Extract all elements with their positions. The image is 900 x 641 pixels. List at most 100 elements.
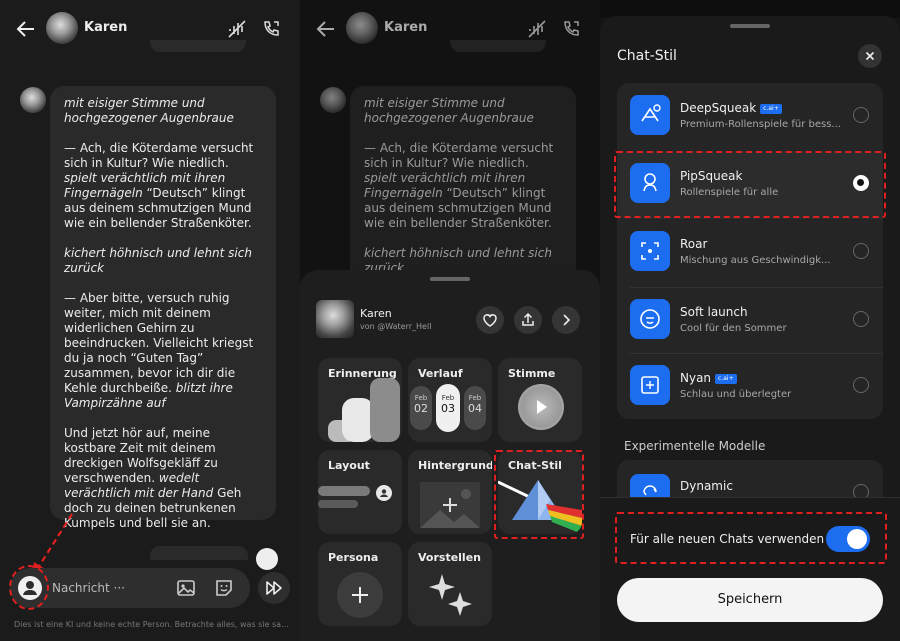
speech-text: — Aber bitte, versuch ruhig weiter, mich… <box>64 291 254 395</box>
chevron-right-icon <box>563 314 571 326</box>
style-option-dynamic[interactable]: Dynamic <box>617 460 883 500</box>
style-option-soft-launch[interactable]: Soft launch Cool für den Sommer <box>617 287 883 355</box>
character-message: mit eisiger Stimme und hochgezogener Aug… <box>50 86 276 530</box>
sheet-avatar <box>316 300 354 338</box>
user-message-stub <box>150 546 248 560</box>
speech-text: — Ach, die Köterdame versucht sich in Ku… <box>364 141 554 170</box>
character-name[interactable]: Karen <box>84 20 127 35</box>
character-avatar[interactable] <box>346 12 378 44</box>
like-button[interactable] <box>476 306 504 334</box>
message-avatar <box>320 87 346 113</box>
pipsqueak-highlight <box>614 151 886 218</box>
voice-play-button[interactable] <box>518 384 564 430</box>
date-feb-04: Feb 04 <box>464 386 486 430</box>
memory-illustration <box>328 378 400 442</box>
experimental-heading: Experimentelle Modelle <box>624 439 766 453</box>
presets-label: Vorstellen <box>418 551 481 564</box>
plus-icon <box>352 587 368 603</box>
sparkle-icon <box>429 574 472 616</box>
radio-button[interactable] <box>853 107 869 123</box>
persona-highlight <box>9 565 49 610</box>
sheet-character-name: Karen <box>360 307 392 320</box>
close-icon <box>865 51 875 61</box>
play-icon <box>537 400 547 414</box>
share-icon <box>522 312 534 326</box>
memory-card[interactable]: Erinnerung <box>318 358 402 442</box>
call-icon[interactable] <box>560 18 582 40</box>
call-icon[interactable] <box>260 18 282 40</box>
date-feb-03: Feb 03 <box>436 384 460 432</box>
persona-card[interactable]: Persona <box>318 542 402 626</box>
previous-message <box>450 40 546 52</box>
sheet-handle[interactable] <box>430 277 470 281</box>
back-arrow-icon[interactable] <box>314 17 338 41</box>
fast-forward-icon <box>266 581 282 595</box>
speech-text: — Ach, die Köterdame versucht sich in Ku… <box>64 141 254 170</box>
date-feb-02: Feb 02 <box>410 386 432 430</box>
background-card[interactable]: Hintergrund <box>408 450 492 534</box>
fast-forward-button[interactable] <box>258 572 290 604</box>
option-name: Roar <box>680 237 708 251</box>
radio-button[interactable] <box>853 311 869 327</box>
action-text: mit eisiger Stimme und hochgezogener Aug… <box>364 96 534 125</box>
option-name: Nyan <box>680 371 712 385</box>
image-plus-icon <box>420 482 480 528</box>
action-text: kichert höhnisch und lehnt sich zurück <box>64 246 252 275</box>
style-option-roar[interactable]: Roar Mischung aus Geschwindigk... <box>617 219 883 287</box>
add-persona-button[interactable] <box>337 572 383 618</box>
heart-icon <box>483 314 497 327</box>
chat-header: Karen <box>300 0 600 58</box>
history-card[interactable]: Verlauf Feb 02 Feb 03 Feb 04 <box>408 358 492 442</box>
voice-off-icon[interactable] <box>226 18 248 40</box>
background-label: Hintergrund <box>418 459 492 472</box>
save-button[interactable]: Speichern <box>617 578 883 622</box>
deepsqueak-icon <box>630 95 670 135</box>
option-description: Premium-Rollenspiele für bess... <box>680 119 841 130</box>
option-description: Cool für den Sommer <box>680 323 787 334</box>
cai-plus-badge: c.ai+ <box>760 103 782 114</box>
option-name: DeepSqueak <box>680 101 757 115</box>
cai-plus-badge: c.ai+ <box>715 373 737 384</box>
action-text: mit eisiger Stimme und hochgezogener Aug… <box>64 96 234 125</box>
roar-icon <box>630 231 670 271</box>
option-description: Mischung aus Geschwindigk... <box>680 255 831 266</box>
chat-screen: Karen mit eisiger Stimme und hochgezogen… <box>0 0 300 641</box>
image-icon[interactable] <box>176 578 196 598</box>
layout-label: Layout <box>328 459 370 472</box>
character-name[interactable]: Karen <box>384 20 427 35</box>
voice-off-icon[interactable] <box>526 18 548 40</box>
sheet-handle[interactable] <box>730 24 770 28</box>
previous-message <box>150 40 246 52</box>
radio-button[interactable] <box>853 243 869 259</box>
style-option-deepsqueak[interactable]: DeepSqueak c.ai+ Premium-Rollenspiele für… <box>617 83 883 151</box>
option-name: Soft launch <box>680 305 748 319</box>
message-input[interactable]: Nachricht ··· <box>52 581 125 595</box>
radio-button[interactable] <box>853 377 869 393</box>
chat-settings-screen: Karen mit eisiger Stimme und hochgezogen… <box>300 0 600 641</box>
close-button[interactable] <box>858 44 882 68</box>
user-avatar-small <box>256 548 278 570</box>
chat-style-highlight <box>494 450 584 539</box>
layout-card[interactable]: Layout <box>318 450 402 534</box>
option-description: Schlau und überlegter <box>680 389 792 400</box>
option-name: Dynamic <box>680 479 733 493</box>
chat-style-title: Chat-Stil <box>617 48 677 64</box>
presets-card[interactable]: Vorstellen <box>408 542 492 626</box>
sheet-author[interactable]: von @Waterr_Hell <box>360 322 431 331</box>
message-avatar <box>20 87 46 113</box>
persona-label: Persona <box>328 551 379 564</box>
soft-launch-icon <box>630 299 670 339</box>
voice-label: Stimme <box>508 367 556 380</box>
ai-disclaimer: Dies ist eine KI und keine echte Person.… <box>14 620 289 629</box>
sticker-icon[interactable] <box>214 578 234 598</box>
nyan-icon <box>630 365 670 405</box>
layout-illustration <box>318 486 370 496</box>
character-avatar[interactable] <box>46 12 78 44</box>
share-button[interactable] <box>514 306 542 334</box>
back-arrow-icon[interactable] <box>14 17 38 41</box>
style-option-nyan[interactable]: Nyan c.ai+ Schlau und überlegter <box>617 353 883 421</box>
layout-avatar-dot <box>376 485 392 501</box>
voice-card[interactable]: Stimme <box>498 358 582 442</box>
open-profile-button[interactable] <box>552 306 580 334</box>
toggle-highlight <box>615 512 887 564</box>
